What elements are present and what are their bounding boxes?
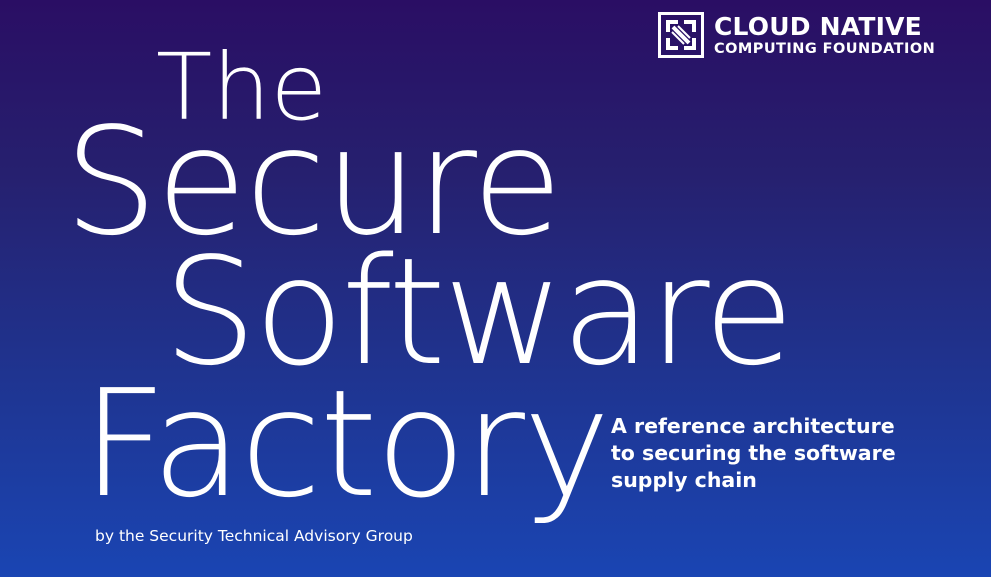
subtitle-line3: supply chain — [611, 468, 757, 492]
logo-wordmark: CLOUD NATIVE COMPUTING FOUNDATION — [714, 14, 935, 57]
subtitle: A reference architecture to securing the… — [611, 413, 896, 494]
logo-line2: COMPUTING FOUNDATION — [714, 40, 936, 57]
title-line-factory: Factory — [82, 358, 611, 530]
logo-line1: CLOUD NATIVE — [714, 11, 922, 41]
subtitle-line1: A reference architecture — [611, 414, 895, 438]
cncf-logo-icon — [658, 12, 704, 58]
subtitle-line2: to securing the software — [611, 441, 896, 465]
cncf-logo: CLOUD NATIVE COMPUTING FOUNDATION — [658, 12, 935, 58]
byline: by the Security Technical Advisory Group — [95, 527, 413, 545]
